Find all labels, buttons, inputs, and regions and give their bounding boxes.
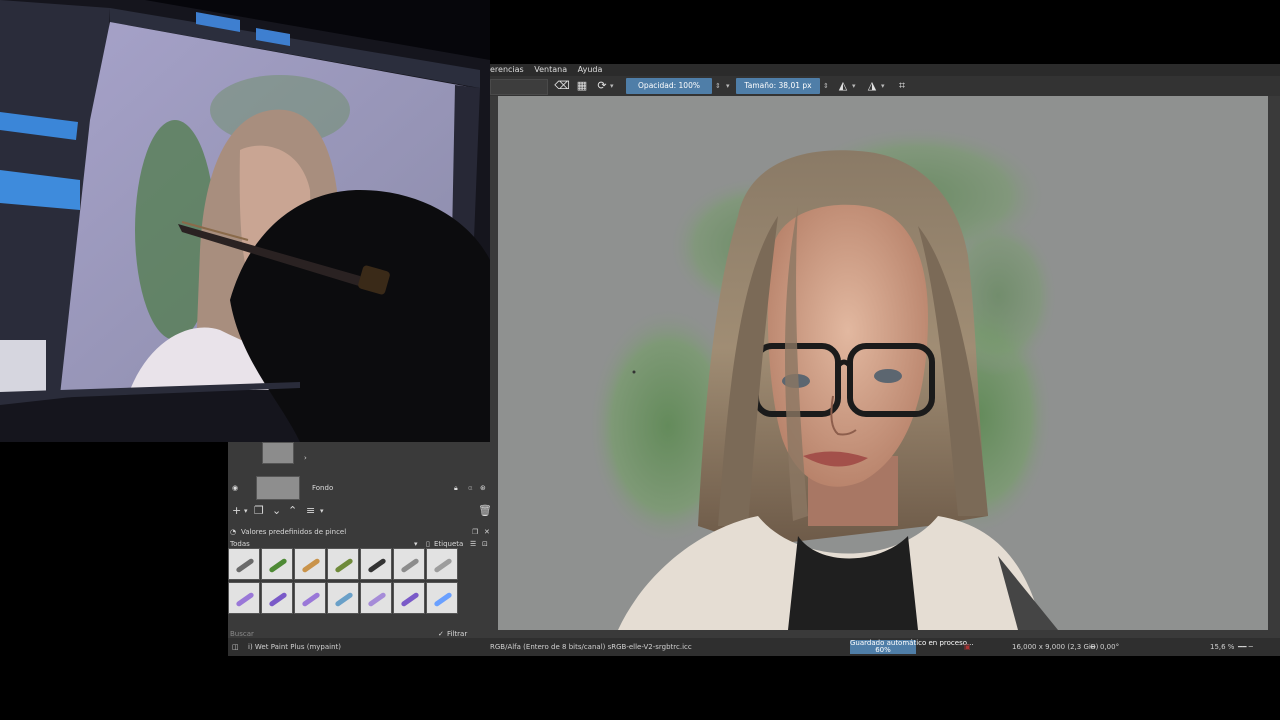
crop-icon[interactable]: ⌗ [894,79,910,93]
brush-preset-item[interactable] [228,582,260,614]
size-spin-icon[interactable]: ⇕ [823,80,831,92]
opacity-spin-icon[interactable]: ⇕ [715,80,723,92]
brush-presets-header: ◔ Valores predefinidos de pincel ❐ ✕ [228,526,494,538]
layer-row[interactable]: › [228,442,494,468]
menu-bar: erencias Ventana Ayuda [490,64,1280,76]
brush-preset-item[interactable] [261,548,293,580]
layer-properties-icon[interactable]: ⊛ [480,484,486,492]
add-layer-icon[interactable]: + [232,504,241,518]
chevron-down-icon[interactable]: ▾ [852,80,860,92]
float-docker-icon[interactable]: ❐ [472,526,478,538]
brush-preset-item[interactable] [360,582,392,614]
brush-stroke-icon [400,557,420,574]
brush-stroke-icon [433,557,453,574]
chevron-down-icon[interactable]: ▾ [244,504,248,518]
brush-preset-item[interactable] [294,582,326,614]
rotation-value: 0,00° [1100,643,1120,651]
mirror-vertical-icon[interactable]: ◮ [864,79,880,93]
move-up-icon[interactable]: ⌃ [288,504,297,518]
chevron-down-icon[interactable]: ▾ [726,80,734,92]
brush-stroke-icon [235,557,255,574]
menu-item-window[interactable]: Ventana [534,65,567,74]
brush-stroke-icon [433,591,453,608]
brush-preset-item[interactable] [294,548,326,580]
rotate-icon: ↔ [1090,643,1096,651]
chevron-down-icon[interactable]: ▾ [320,504,324,518]
brush-stroke-icon [301,591,321,608]
brush-stroke-icon [268,591,288,608]
layer-menu-icon[interactable]: ≡ [306,504,315,518]
brush-stroke-icon [334,557,354,574]
camera-photo [0,0,490,442]
brush-preset-item[interactable] [228,548,260,580]
close-icon[interactable]: ✕ [484,526,490,538]
eye-icon[interactable]: ◉ [232,484,238,492]
brush-presets-icon: ◔ [230,528,237,536]
brush-stroke-icon [235,591,255,608]
autosave-percent: 60% [875,646,891,654]
chevron-down-icon[interactable]: ▾ [881,80,889,92]
zoom-value[interactable]: 15,6 % [1210,638,1234,656]
brush-preset-grid [228,548,464,628]
autosave-progress: Guardado automático en proceso... 60% [850,640,974,654]
image-size: 16,000 x 9,000 (2,3 GiB) [1012,643,1099,651]
brush-presets-title: Valores predefinidos de pincel [241,528,347,536]
layer-thumbnail [256,476,300,500]
color-space-info: RGB/Alfa (Entero de 8 bits/canal) sRGB-e… [490,643,692,651]
brush-preview-icon: ◫ [232,643,239,651]
left-docker: › ◉ Fondo 🔒︎ α ⊛ + ▾ ❐ ⌄ ⌃ ≡ ▾ 🗑︎ ◔ Valo… [228,442,494,656]
opacity-slider[interactable]: Opacidad: 100% [626,78,712,94]
preserve-alpha-icon[interactable]: ▦ [574,79,590,93]
brush-preset-item[interactable] [360,548,392,580]
zoom-slider[interactable]: ━━ ─ [1238,638,1253,656]
brush-preset-item[interactable] [327,548,359,580]
brush-stroke-icon [301,557,321,574]
camera-inset [0,0,490,442]
size-slider[interactable]: Tamaño: 38,01 px [736,78,820,94]
brush-stroke-icon [268,557,288,574]
blend-mode-select[interactable] [490,79,548,95]
layer-thumbnail [262,442,294,464]
menu-item-help[interactable]: Ayuda [578,65,603,74]
brush-stroke-icon [367,557,387,574]
grid-view-icon[interactable]: ⊡ [482,539,488,549]
delete-layer-icon[interactable]: 🗑︎ [478,504,492,518]
layer-name: Fondo [312,484,334,492]
brush-stroke-icon [334,591,354,608]
move-down-icon[interactable]: ⌄ [272,504,281,518]
brush-stroke-icon [367,591,387,608]
chevron-down-icon[interactable]: ▾ [610,80,618,92]
layer-row-background[interactable]: ◉ Fondo 🔒︎ α ⊛ [228,476,494,502]
brush-preset-item[interactable] [327,582,359,614]
brush-preset-item[interactable] [393,582,425,614]
brush-preset-item[interactable] [426,548,458,580]
current-brush-name: i) Wet Paint Plus (mypaint) [248,643,341,651]
brush-preset-item[interactable] [261,582,293,614]
warning-icon: ▣ [964,643,971,651]
portrait-painting [588,126,1058,630]
expand-chevron-icon[interactable]: › [304,454,307,462]
alpha-lock-icon[interactable]: α [468,484,473,492]
layer-toolbar: + ▾ ❐ ⌄ ⌃ ≡ ▾ 🗑︎ [228,504,494,518]
tool-options-bar: ⌫ ▦ ⟳ ▾ Opacidad: 100% ⇕ ▾ Tamaño: 38,01… [490,76,1280,96]
brush-preset-item[interactable] [426,582,458,614]
brush-stroke-icon [400,591,420,608]
brush-preset-item[interactable] [393,548,425,580]
status-bar: ◫ i) Wet Paint Plus (mypaint) RGB/Alfa (… [228,638,1280,656]
list-view-icon[interactable]: ☰ [470,539,476,549]
reload-preset-icon[interactable]: ⟳ [594,79,610,93]
menu-item-preferences[interactable]: erencias [490,65,524,74]
painting-canvas[interactable] [498,96,1268,630]
duplicate-layer-icon[interactable]: ❐ [254,504,264,518]
mirror-horizontal-icon[interactable]: ◭ [835,79,851,93]
lock-icon[interactable]: 🔒︎ [454,484,458,493]
eraser-icon[interactable]: ⌫ [554,79,570,93]
